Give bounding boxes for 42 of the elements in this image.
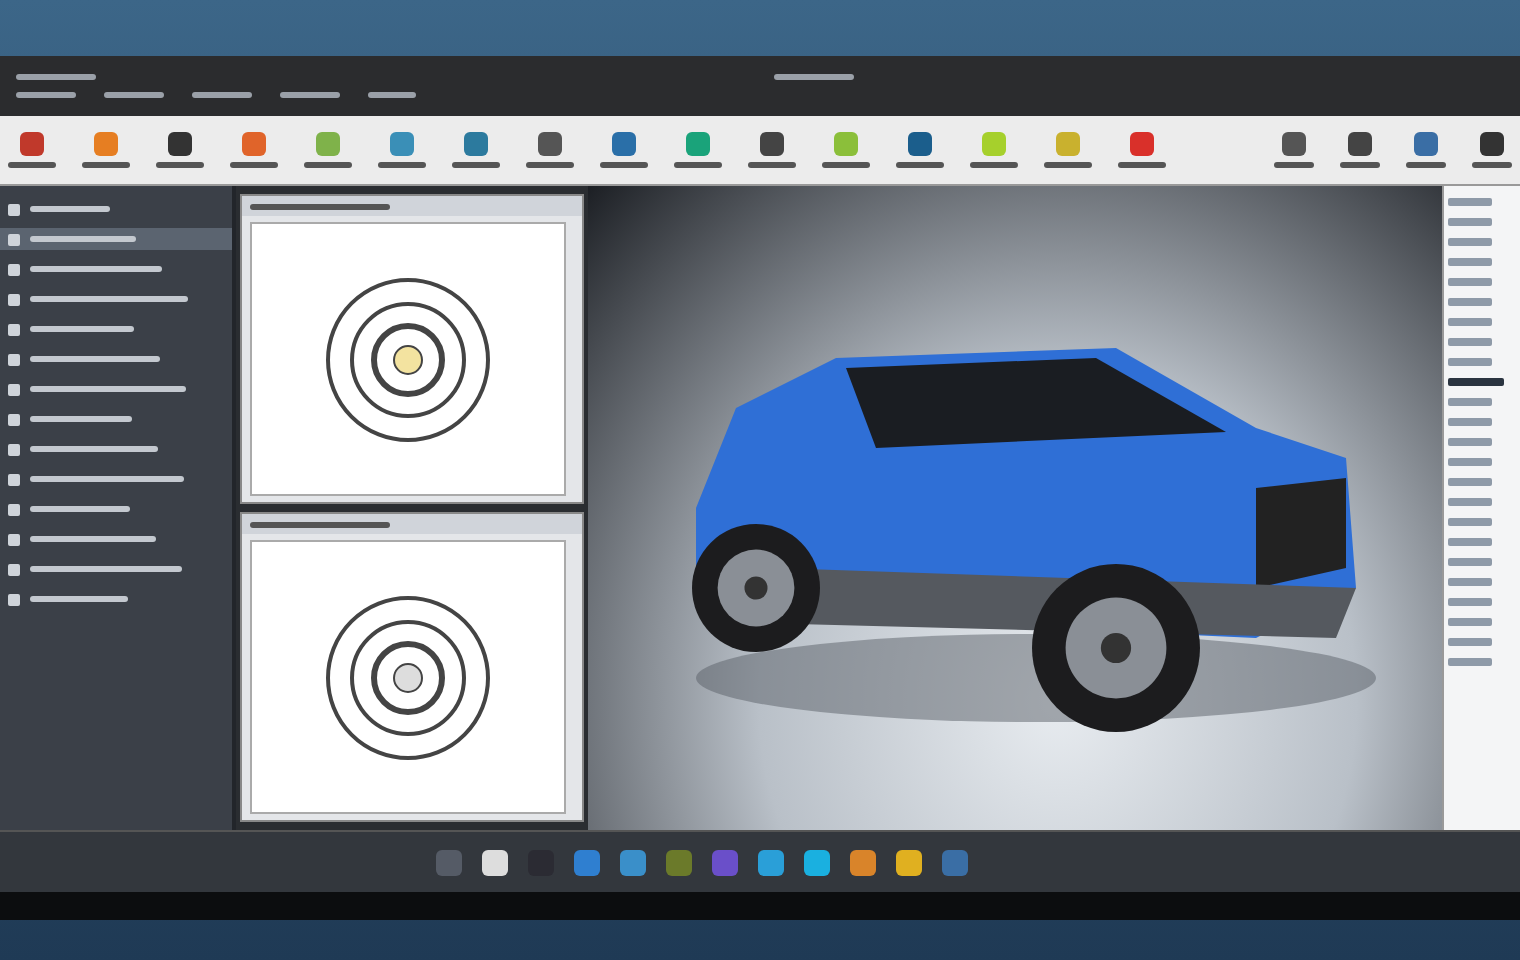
app-icon[interactable] (896, 849, 922, 875)
illegible-text (8, 162, 56, 168)
tool-icon[interactable] (20, 132, 44, 156)
illegible-text (280, 92, 340, 98)
illegible-text (1274, 162, 1314, 168)
illegible-text (970, 162, 1018, 168)
app-icon[interactable] (804, 849, 830, 875)
illegible-text (230, 162, 278, 168)
app-icon[interactable] (850, 849, 876, 875)
illegible-text (16, 74, 96, 80)
illegible-text (1044, 162, 1092, 168)
illegible-text (1406, 162, 1446, 168)
sidebar-item[interactable] (0, 228, 232, 250)
tool-icon[interactable] (168, 132, 192, 156)
illegible-text (192, 92, 252, 98)
illegible-text (896, 162, 944, 168)
app-icon[interactable] (482, 849, 508, 875)
illegible-text (1118, 162, 1166, 168)
property-row[interactable] (1448, 378, 1504, 386)
tool-icon[interactable] (1282, 132, 1306, 156)
illegible-text (452, 162, 500, 168)
illegible-text (748, 162, 796, 168)
illegible-text (304, 162, 352, 168)
tool-icon[interactable] (1480, 132, 1504, 156)
tool-icon[interactable] (908, 132, 932, 156)
illegible-text (104, 92, 164, 98)
illegible-text (1340, 162, 1380, 168)
illegible-text (378, 162, 426, 168)
illegible-text (774, 74, 854, 80)
illegible-text (822, 162, 870, 168)
illegible-text (526, 162, 574, 168)
illegible-text (16, 92, 76, 98)
app-icon[interactable] (758, 849, 784, 875)
illegible-text (600, 162, 648, 168)
illegible-text (82, 162, 130, 168)
illegible-text (368, 92, 416, 98)
illegible-text (674, 162, 722, 168)
tool-icon[interactable] (538, 132, 562, 156)
illegible-text (1472, 162, 1512, 168)
tool-icon[interactable] (1348, 132, 1372, 156)
illegible-text (156, 162, 204, 168)
tool-icon[interactable] (760, 132, 784, 156)
